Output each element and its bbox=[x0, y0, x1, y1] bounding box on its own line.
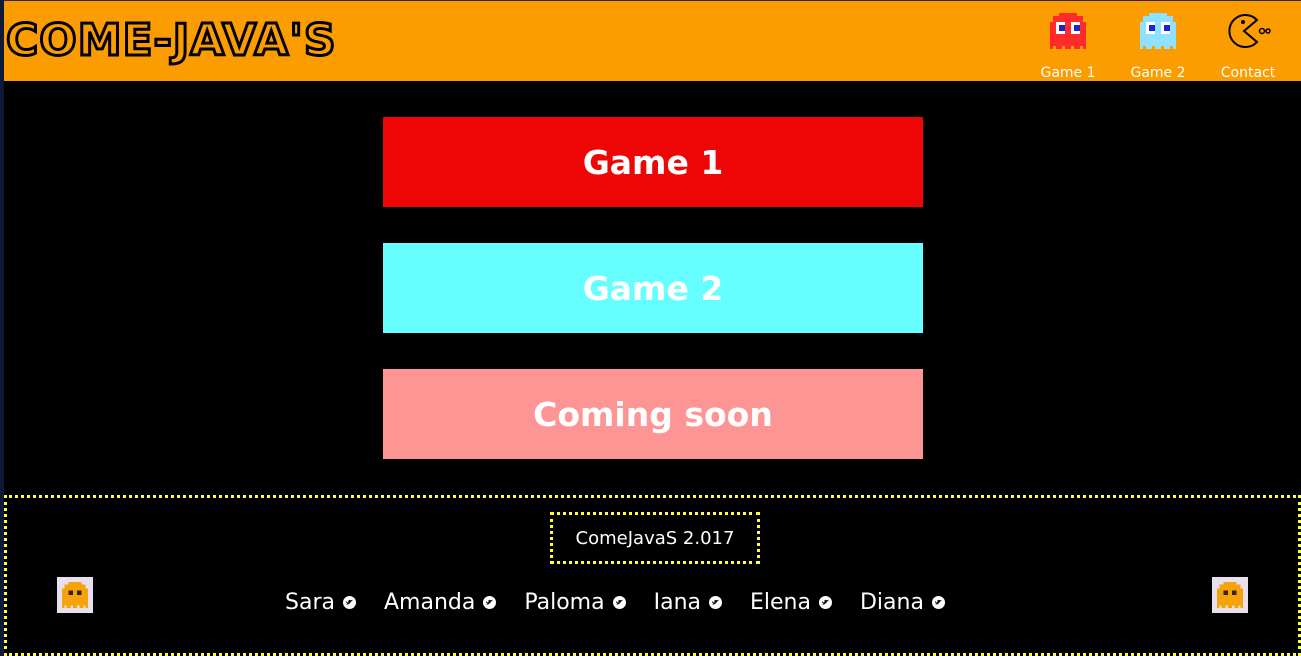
site-logo[interactable]: COME-JAVA'S bbox=[5, 15, 338, 67]
author-name: Sara bbox=[285, 590, 335, 615]
twitter-icon bbox=[483, 596, 497, 609]
game-2-button[interactable]: Game 2 bbox=[383, 243, 923, 333]
nav-label: Game 1 bbox=[1040, 65, 1096, 81]
author-name: Iana bbox=[653, 590, 701, 615]
blue-ghost-icon bbox=[1134, 7, 1182, 55]
author-name: Paloma bbox=[524, 590, 605, 615]
author-link[interactable]: Iana bbox=[654, 590, 722, 615]
game-1-button[interactable]: Game 1 bbox=[383, 117, 923, 207]
author-link[interactable]: Diana bbox=[860, 590, 945, 615]
nav-label: Game 2 bbox=[1130, 65, 1186, 81]
author-link[interactable]: Paloma bbox=[524, 590, 626, 615]
nav-item-contact[interactable]: Contact bbox=[1213, 7, 1283, 81]
nav-item-game-1[interactable]: Game 1 bbox=[1033, 7, 1103, 81]
header: COME-JAVA'S Game 1 Game 2 Contact bbox=[4, 0, 1301, 81]
orange-ghost-icon bbox=[57, 577, 93, 613]
nav-label: Contact bbox=[1220, 65, 1276, 81]
nav-item-game-2[interactable]: Game 2 bbox=[1123, 7, 1193, 81]
copyright-box: ComeJavaS 2.017 bbox=[550, 512, 760, 564]
footer: ComeJavaS 2.017 Sara Amanda Paloma Iana … bbox=[4, 495, 1301, 656]
twitter-icon bbox=[931, 596, 945, 609]
authors-list: Sara Amanda Paloma Iana Elena Diana bbox=[285, 590, 945, 615]
author-name: Elena bbox=[750, 590, 811, 615]
author-link[interactable]: Amanda bbox=[383, 590, 497, 615]
twitter-icon bbox=[818, 596, 832, 609]
pacman-icon bbox=[1224, 7, 1272, 55]
coming-soon-button[interactable]: Coming soon bbox=[383, 369, 923, 459]
top-nav: Game 1 Game 2 Contact bbox=[1033, 7, 1283, 81]
orange-ghost-icon bbox=[1212, 577, 1248, 613]
twitter-icon bbox=[612, 596, 626, 609]
author-link[interactable]: Elena bbox=[750, 590, 832, 615]
page: COME-JAVA'S Game 1 Game 2 Contact Game 1… bbox=[0, 0, 1301, 656]
author-name: Diana bbox=[859, 590, 924, 615]
twitter-icon bbox=[709, 596, 722, 609]
author-name: Amanda bbox=[383, 590, 476, 615]
red-ghost-icon bbox=[1044, 7, 1092, 55]
author-link[interactable]: Sara bbox=[285, 590, 356, 615]
twitter-icon bbox=[342, 596, 356, 609]
